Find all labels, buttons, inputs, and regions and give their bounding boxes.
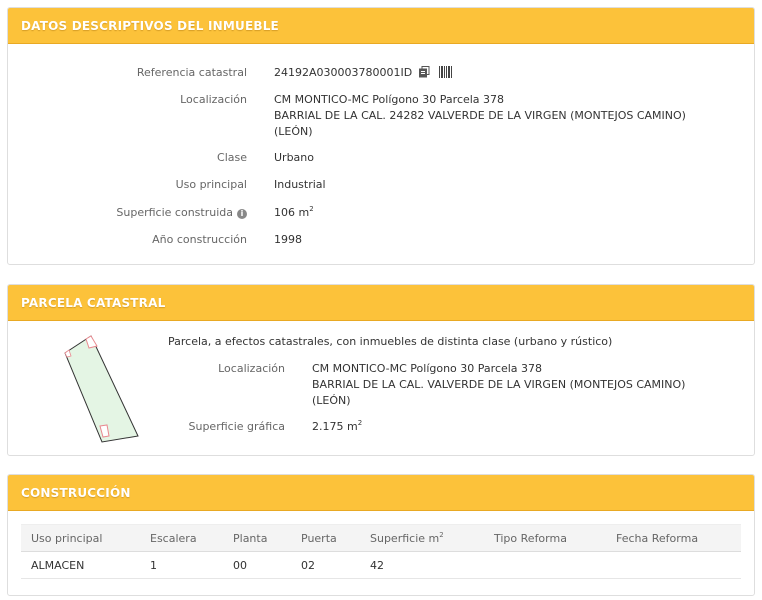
parcel-description: Parcela, a efectos catastrales, con inmu…: [168, 335, 613, 348]
cell-superficie: 42: [370, 558, 384, 572]
location-line-3: (LEÓN): [274, 125, 313, 138]
barcode-icon[interactable]: [439, 66, 453, 83]
parcel-sketch-image[interactable]: [55, 330, 147, 446]
built-area-unit-sup: 2: [309, 205, 314, 213]
class-value: Urbano: [274, 151, 314, 164]
col-puerta[interactable]: Puerta: [291, 532, 360, 545]
col-superficie[interactable]: Superficie m2: [360, 530, 484, 545]
built-area-label: Superficie construida i: [116, 206, 247, 219]
use-label: Uso principal: [175, 178, 247, 191]
col-planta[interactable]: Planta: [223, 532, 291, 545]
graphic-area-unit-sup: 2: [357, 419, 363, 427]
construction-panel-title: CONSTRUCCIÓN: [21, 485, 131, 500]
cell-uso-principal: ALMACEN: [31, 558, 85, 572]
copy-icon[interactable]: [418, 66, 430, 83]
parcel-location-value: CM MONTICO-MC Polígono 30 Parcela 378 BA…: [312, 361, 685, 409]
col-superficie-sup: 2: [439, 530, 444, 539]
use-value: Industrial: [274, 178, 326, 191]
location-line-1: CM MONTICO-MC Polígono 30 Parcela 378: [274, 93, 505, 106]
col-tipo-reforma[interactable]: Tipo Reforma: [484, 532, 606, 545]
descriptive-panel-header[interactable]: DATOS DESCRIPTIVOS DEL INMUEBLE: [8, 8, 754, 44]
graphic-area-number: 2.175 m: [312, 420, 358, 433]
cell-puerta: 02: [301, 558, 315, 572]
col-superficie-label: Superficie m: [370, 531, 440, 545]
ref-number: 24192A030003780001ID: [274, 66, 413, 79]
parcel-location-line-1: CM MONTICO-MC Polígono 30 Parcela 378: [312, 362, 543, 375]
parcel-location-line-2: BARRIAL DE LA CAL. VALVERDE DE LA VIRGEN…: [312, 378, 686, 391]
parcel-location-label: Localización: [218, 362, 285, 375]
location-value: CM MONTICO-MC Polígono 30 Parcela 378 BA…: [274, 92, 686, 140]
built-area-value: 106 m2: [274, 205, 314, 221]
construction-panel-header[interactable]: CONSTRUCCIÓN: [8, 475, 754, 511]
graphic-area-label: Superficie gráfica: [188, 420, 286, 433]
construction-table: Uso principal Escalera Planta Puerta Sup…: [21, 524, 741, 579]
info-icon[interactable]: i: [237, 209, 247, 219]
built-area-number: 106 m: [274, 206, 310, 219]
parcel-location-line-3: (LEÓN): [312, 394, 351, 407]
built-area-label-text: Superficie construida: [116, 206, 233, 219]
location-line-2: BARRIAL DE LA CAL. 24282 VALVERDE DE LA …: [274, 109, 686, 122]
year-label: Año construcción: [152, 233, 247, 246]
col-fecha-reforma[interactable]: Fecha Reforma: [606, 532, 741, 545]
class-label: Clase: [217, 151, 247, 164]
ref-value: 24192A030003780001ID: [274, 65, 453, 83]
descriptive-panel-title: DATOS DESCRIPTIVOS DEL INMUEBLE: [21, 18, 279, 33]
location-label: Localización: [180, 93, 247, 106]
parcel-panel-header[interactable]: PARCELA CATASTRAL: [8, 285, 754, 321]
ref-label: Referencia catastral: [136, 66, 247, 79]
parcel-panel-title: PARCELA CATASTRAL: [21, 295, 166, 310]
col-escalera[interactable]: Escalera: [140, 532, 223, 545]
table-row: ALMACEN 1 00 02 42: [21, 552, 741, 579]
construction-table-header: Uso principal Escalera Planta Puerta Sup…: [21, 524, 741, 552]
col-uso-principal[interactable]: Uso principal: [21, 532, 140, 545]
year-value: 1998: [274, 233, 302, 246]
graphic-area-value: 2.175 m2: [312, 419, 362, 435]
cell-planta: 00: [233, 558, 247, 572]
cell-escalera: 1: [150, 558, 157, 572]
